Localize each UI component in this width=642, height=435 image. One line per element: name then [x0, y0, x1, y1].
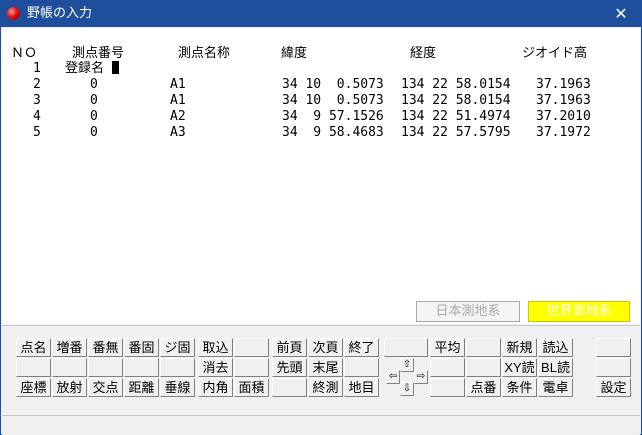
- row-geoid: 37.1963: [536, 93, 591, 108]
- table-row[interactable]: 5 0 A3 34 9 58.4683 134 22 57.5795 37.19…: [2, 125, 640, 141]
- row-no: 3: [33, 93, 41, 108]
- condition-button[interactable]: 条件: [502, 378, 537, 397]
- new-button[interactable]: 新規: [502, 338, 537, 357]
- window-title: 野帳の入力: [27, 6, 93, 21]
- blank-button[interactable]: [16, 358, 51, 377]
- status-bar: [2, 415, 640, 435]
- no-number-button[interactable]: 番無: [88, 338, 123, 357]
- blank-button[interactable]: [234, 358, 269, 377]
- geoid-fixed-button[interactable]: ジ固: [160, 338, 195, 357]
- arrow-down-icon[interactable]: ⇩: [400, 382, 414, 396]
- row-point-number: 0: [90, 109, 98, 124]
- radiation-button[interactable]: 放射: [52, 378, 87, 397]
- row-no: 5: [33, 125, 41, 140]
- point-name-button[interactable]: 点名: [16, 338, 51, 357]
- table-row[interactable]: 1 登録名: [2, 61, 640, 77]
- average-button[interactable]: 平均: [430, 338, 465, 357]
- title-bar: 野帳の入力 ✕: [1, 1, 641, 27]
- blank-button[interactable]: [596, 358, 631, 377]
- previous-page-button[interactable]: 前頁: [272, 338, 307, 357]
- row-geoid: 37.1963: [536, 77, 591, 92]
- row-latitude: 34 9 58.4683: [282, 125, 384, 140]
- distance-button[interactable]: 距離: [124, 378, 159, 397]
- blank-button[interactable]: [88, 358, 123, 377]
- blank-button[interactable]: [430, 358, 465, 377]
- row-point-name: A2: [170, 109, 186, 124]
- row-point-name: A1: [170, 77, 186, 92]
- blank-button[interactable]: [384, 338, 428, 357]
- blank-button[interactable]: [160, 358, 195, 377]
- load-button[interactable]: 読込: [538, 338, 573, 357]
- registration-label: 登録名: [65, 61, 120, 77]
- next-page-button[interactable]: 次頁: [308, 338, 343, 357]
- bl-read-button[interactable]: BL読: [538, 358, 573, 377]
- header-point-name: 測点名称: [178, 46, 231, 61]
- header-longitude: 経度: [410, 46, 437, 61]
- table-row[interactable]: 3 0 A1 34 10 0.5073 134 22 58.0154 37.19…: [2, 93, 640, 109]
- table-row[interactable]: 4 0 A2 34 9 57.1526 134 22 51.4974 37.20…: [2, 109, 640, 125]
- row-longitude: 134 22 58.0154: [401, 77, 511, 92]
- app-icon: [7, 7, 20, 20]
- row-no: 4: [33, 109, 41, 124]
- header-no: ＮＯ: [11, 46, 38, 61]
- survey-list[interactable]: ＮＯ 測点番号 測点名称 緯度 経度 ジオイド高 1 登録名 2 0 A1 34…: [2, 28, 640, 324]
- row-latitude: 34 10 0.5073: [282, 77, 384, 92]
- interior-angle-button[interactable]: 内角: [198, 378, 233, 397]
- header-geoid: ジオイド高: [522, 46, 588, 61]
- row-longitude: 134 22 58.0154: [401, 93, 511, 108]
- row-point-name: A1: [170, 93, 186, 108]
- delete-button[interactable]: 消去: [198, 358, 233, 377]
- coordinate-button[interactable]: 座標: [16, 378, 51, 397]
- fixed-number-button[interactable]: 番固: [124, 338, 159, 357]
- perpendicular-button[interactable]: 垂線: [160, 378, 195, 397]
- row-latitude: 34 9 57.1526: [282, 109, 384, 124]
- row-point-number: 0: [90, 77, 98, 92]
- blank-button[interactable]: [124, 358, 159, 377]
- text-cursor: [112, 61, 120, 74]
- land-category-button[interactable]: 地目: [344, 378, 379, 397]
- end-survey-button[interactable]: 終測: [308, 378, 343, 397]
- blank-button[interactable]: [52, 358, 87, 377]
- blank-button[interactable]: [596, 338, 631, 357]
- blank-button[interactable]: [344, 358, 379, 377]
- xy-read-button[interactable]: XY読: [502, 358, 537, 377]
- row-point-number: 0: [90, 125, 98, 140]
- row-geoid: 37.2010: [536, 109, 591, 124]
- blank-button[interactable]: [234, 338, 269, 357]
- close-button[interactable]: ✕: [601, 1, 641, 27]
- header-latitude: 緯度: [281, 46, 308, 61]
- table-row[interactable]: 2 0 A1 34 10 0.5073 134 22 58.0154 37.19…: [2, 77, 640, 93]
- blank-button[interactable]: [272, 378, 307, 397]
- last-button[interactable]: 末尾: [308, 358, 343, 377]
- intersection-button[interactable]: 交点: [88, 378, 123, 397]
- area-button[interactable]: 面積: [234, 378, 269, 397]
- row-point-name: A3: [170, 125, 186, 140]
- row-no: 2: [33, 77, 41, 92]
- header-point-number: 測点番号: [72, 46, 125, 61]
- arrow-right-icon[interactable]: ⇨: [414, 370, 428, 384]
- dialog-window: 野帳の入力 ✕ ＮＯ 測点番号 測点名称 緯度 経度 ジオイド高 1 登録名 2…: [0, 0, 642, 435]
- row-longitude: 134 22 57.5795: [401, 125, 511, 140]
- blank-button[interactable]: [466, 338, 501, 357]
- world-datum-button[interactable]: 世界測地系: [528, 301, 630, 322]
- calculator-button[interactable]: 電卓: [538, 378, 573, 397]
- point-number-button[interactable]: 点番: [466, 378, 501, 397]
- row-geoid: 37.1972: [536, 125, 591, 140]
- arrow-up-icon[interactable]: ⇧: [400, 358, 414, 372]
- row-point-number: 0: [90, 93, 98, 108]
- row-no: 1: [33, 61, 41, 76]
- import-button[interactable]: 取込: [198, 338, 233, 357]
- settings-button[interactable]: 設定: [596, 378, 631, 397]
- blank-button[interactable]: [466, 358, 501, 377]
- blank-button[interactable]: [430, 378, 465, 397]
- arrow-left-icon[interactable]: ⇦: [386, 370, 400, 384]
- first-button[interactable]: 先頭: [272, 358, 307, 377]
- function-key-panel: 点名 増番 番無 番固 ジ固 取込 前頁 次頁 終了 平均 新規 読込 消去 先…: [2, 325, 640, 416]
- row-latitude: 34 10 0.5073: [282, 93, 384, 108]
- japan-datum-button[interactable]: 日本測地系: [416, 301, 520, 322]
- row-longitude: 134 22 51.4974: [401, 109, 511, 124]
- exit-button[interactable]: 終了: [344, 338, 379, 357]
- increment-number-button[interactable]: 増番: [52, 338, 87, 357]
